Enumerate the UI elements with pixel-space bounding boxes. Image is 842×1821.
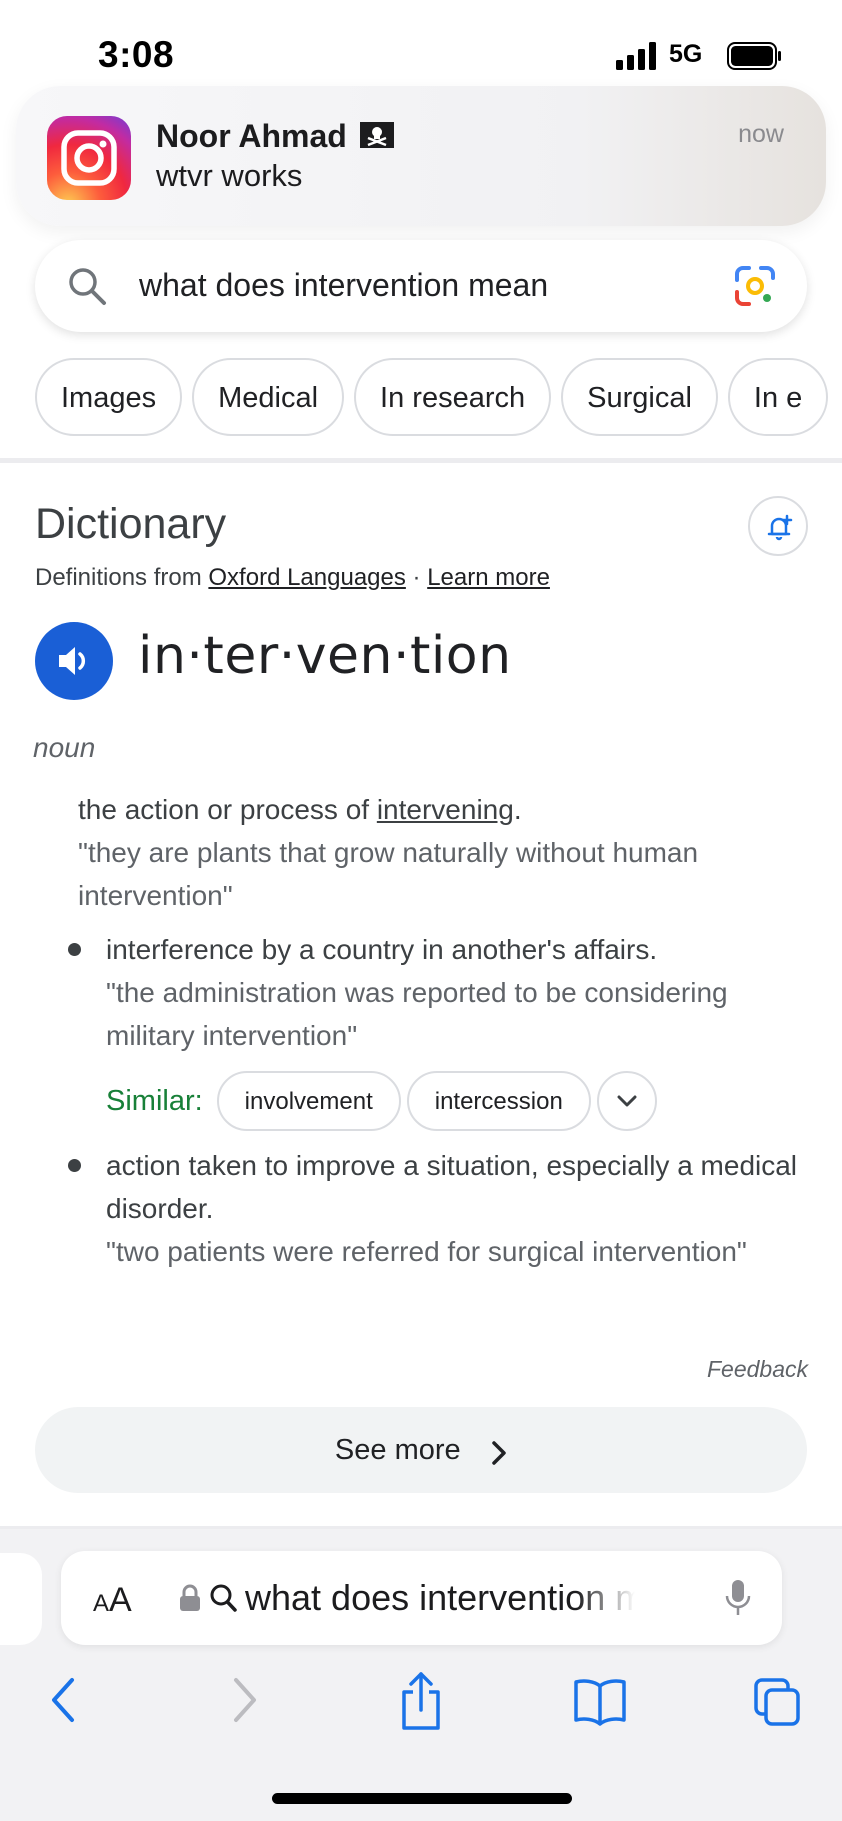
chevron-down-icon	[617, 1095, 637, 1107]
notification-title: Noor Ahmad	[156, 118, 347, 154]
bullet-icon	[68, 1159, 81, 1172]
chip-images[interactable]: Images	[35, 358, 183, 436]
definition-example: "two patients were referred for surgical…	[106, 1236, 747, 1267]
intervening-link[interactable]: intervening	[377, 794, 514, 825]
back-arrow-icon[interactable]	[46, 1670, 80, 1730]
bullet-icon	[68, 943, 81, 956]
definition-3: action taken to improve a situation, esp…	[106, 1144, 816, 1273]
search-icon	[69, 268, 106, 305]
speaker-icon	[59, 647, 86, 675]
status-bar: 3:08 5G	[0, 0, 842, 100]
instagram-icon	[47, 116, 131, 200]
pronunciation-button[interactable]	[35, 622, 113, 700]
definition-2: interference by a country in another's a…	[106, 928, 816, 1057]
home-indicator[interactable]	[272, 1793, 572, 1804]
part-of-speech: noun	[33, 732, 96, 763]
separator: ·	[405, 564, 428, 591]
headword: in·ter·ven·tion	[138, 626, 512, 686]
definition-text: interference by a country in another's a…	[106, 934, 658, 965]
oxford-languages-link[interactable]: Oxford Languages	[208, 564, 405, 591]
dictionary-title: Dictionary	[35, 500, 227, 548]
share-icon[interactable]	[396, 1670, 446, 1734]
status-time: 3:08	[98, 34, 175, 75]
feedback-link[interactable]: Feedback	[707, 1356, 808, 1383]
source-prefix: Definitions from	[35, 564, 209, 591]
address-bar[interactable]: AA what does intervention mean	[61, 1551, 782, 1645]
pirate-flag-icon	[360, 122, 394, 148]
search-icon	[210, 1584, 237, 1612]
chip-in-e[interactable]: In e	[727, 358, 829, 436]
expand-similar-button[interactable]	[596, 1071, 657, 1131]
forward-arrow-icon[interactable]	[228, 1670, 262, 1730]
chip-in-research[interactable]: In research	[354, 358, 552, 436]
bookmarks-icon[interactable]	[572, 1670, 628, 1730]
similar-words: Similar: involvement intercession	[106, 1071, 657, 1131]
definition-text: the action or process of	[78, 794, 377, 825]
google-lens-icon[interactable]	[733, 264, 777, 308]
chip-medical[interactable]: Medical	[192, 358, 345, 436]
section-divider	[0, 458, 842, 463]
text-size-big: A	[109, 1581, 132, 1619]
bell-plus-icon	[767, 514, 793, 541]
text-size-small: A	[93, 1590, 110, 1617]
synonym-chip[interactable]: involvement	[216, 1071, 401, 1131]
microphone-icon[interactable]	[724, 1578, 752, 1618]
definition-example: "the administration was reported to be c…	[106, 977, 728, 1051]
google-search-bar[interactable]: what does intervention mean	[35, 240, 807, 332]
instagram-notification[interactable]: Noor Ahmad wtvr works now	[16, 86, 826, 226]
follow-button[interactable]	[748, 496, 808, 556]
lock-icon	[180, 1584, 200, 1611]
definitions-source: Definitions from Oxford Languages · Lear…	[35, 564, 550, 592]
see-more-label: See more	[334, 1434, 461, 1466]
learn-more-link[interactable]: Learn more	[427, 564, 550, 591]
see-more-button[interactable]: See more	[35, 1407, 807, 1493]
cellular-signal-icon	[616, 42, 656, 70]
address-text[interactable]: what does intervention mean	[245, 1577, 635, 1619]
page-settings-button[interactable]: AA	[93, 1581, 132, 1620]
synonym-chip[interactable]: intercession	[406, 1071, 591, 1131]
definition-example: "they are plants that grow naturally wit…	[78, 837, 699, 911]
definition-text: action taken to improve a situation, esp…	[106, 1150, 798, 1224]
previous-tab-edge[interactable]	[0, 1553, 42, 1645]
chip-surgical[interactable]: Surgical	[561, 358, 718, 436]
notification-time: now	[738, 120, 784, 148]
similar-label: Similar:	[106, 1084, 203, 1117]
chevron-right-icon	[492, 1441, 506, 1465]
notification-body: wtvr works	[156, 158, 303, 193]
network-type: 5G	[669, 40, 703, 68]
search-filter-chips: Images Medical In research Surgical In e	[35, 358, 842, 436]
definition-text-end: .	[513, 794, 522, 825]
tabs-icon[interactable]	[752, 1670, 804, 1730]
search-query[interactable]: what does intervention mean	[139, 267, 548, 304]
definition-1: the action or process of intervening. "t…	[78, 788, 798, 917]
battery-icon	[727, 42, 781, 70]
